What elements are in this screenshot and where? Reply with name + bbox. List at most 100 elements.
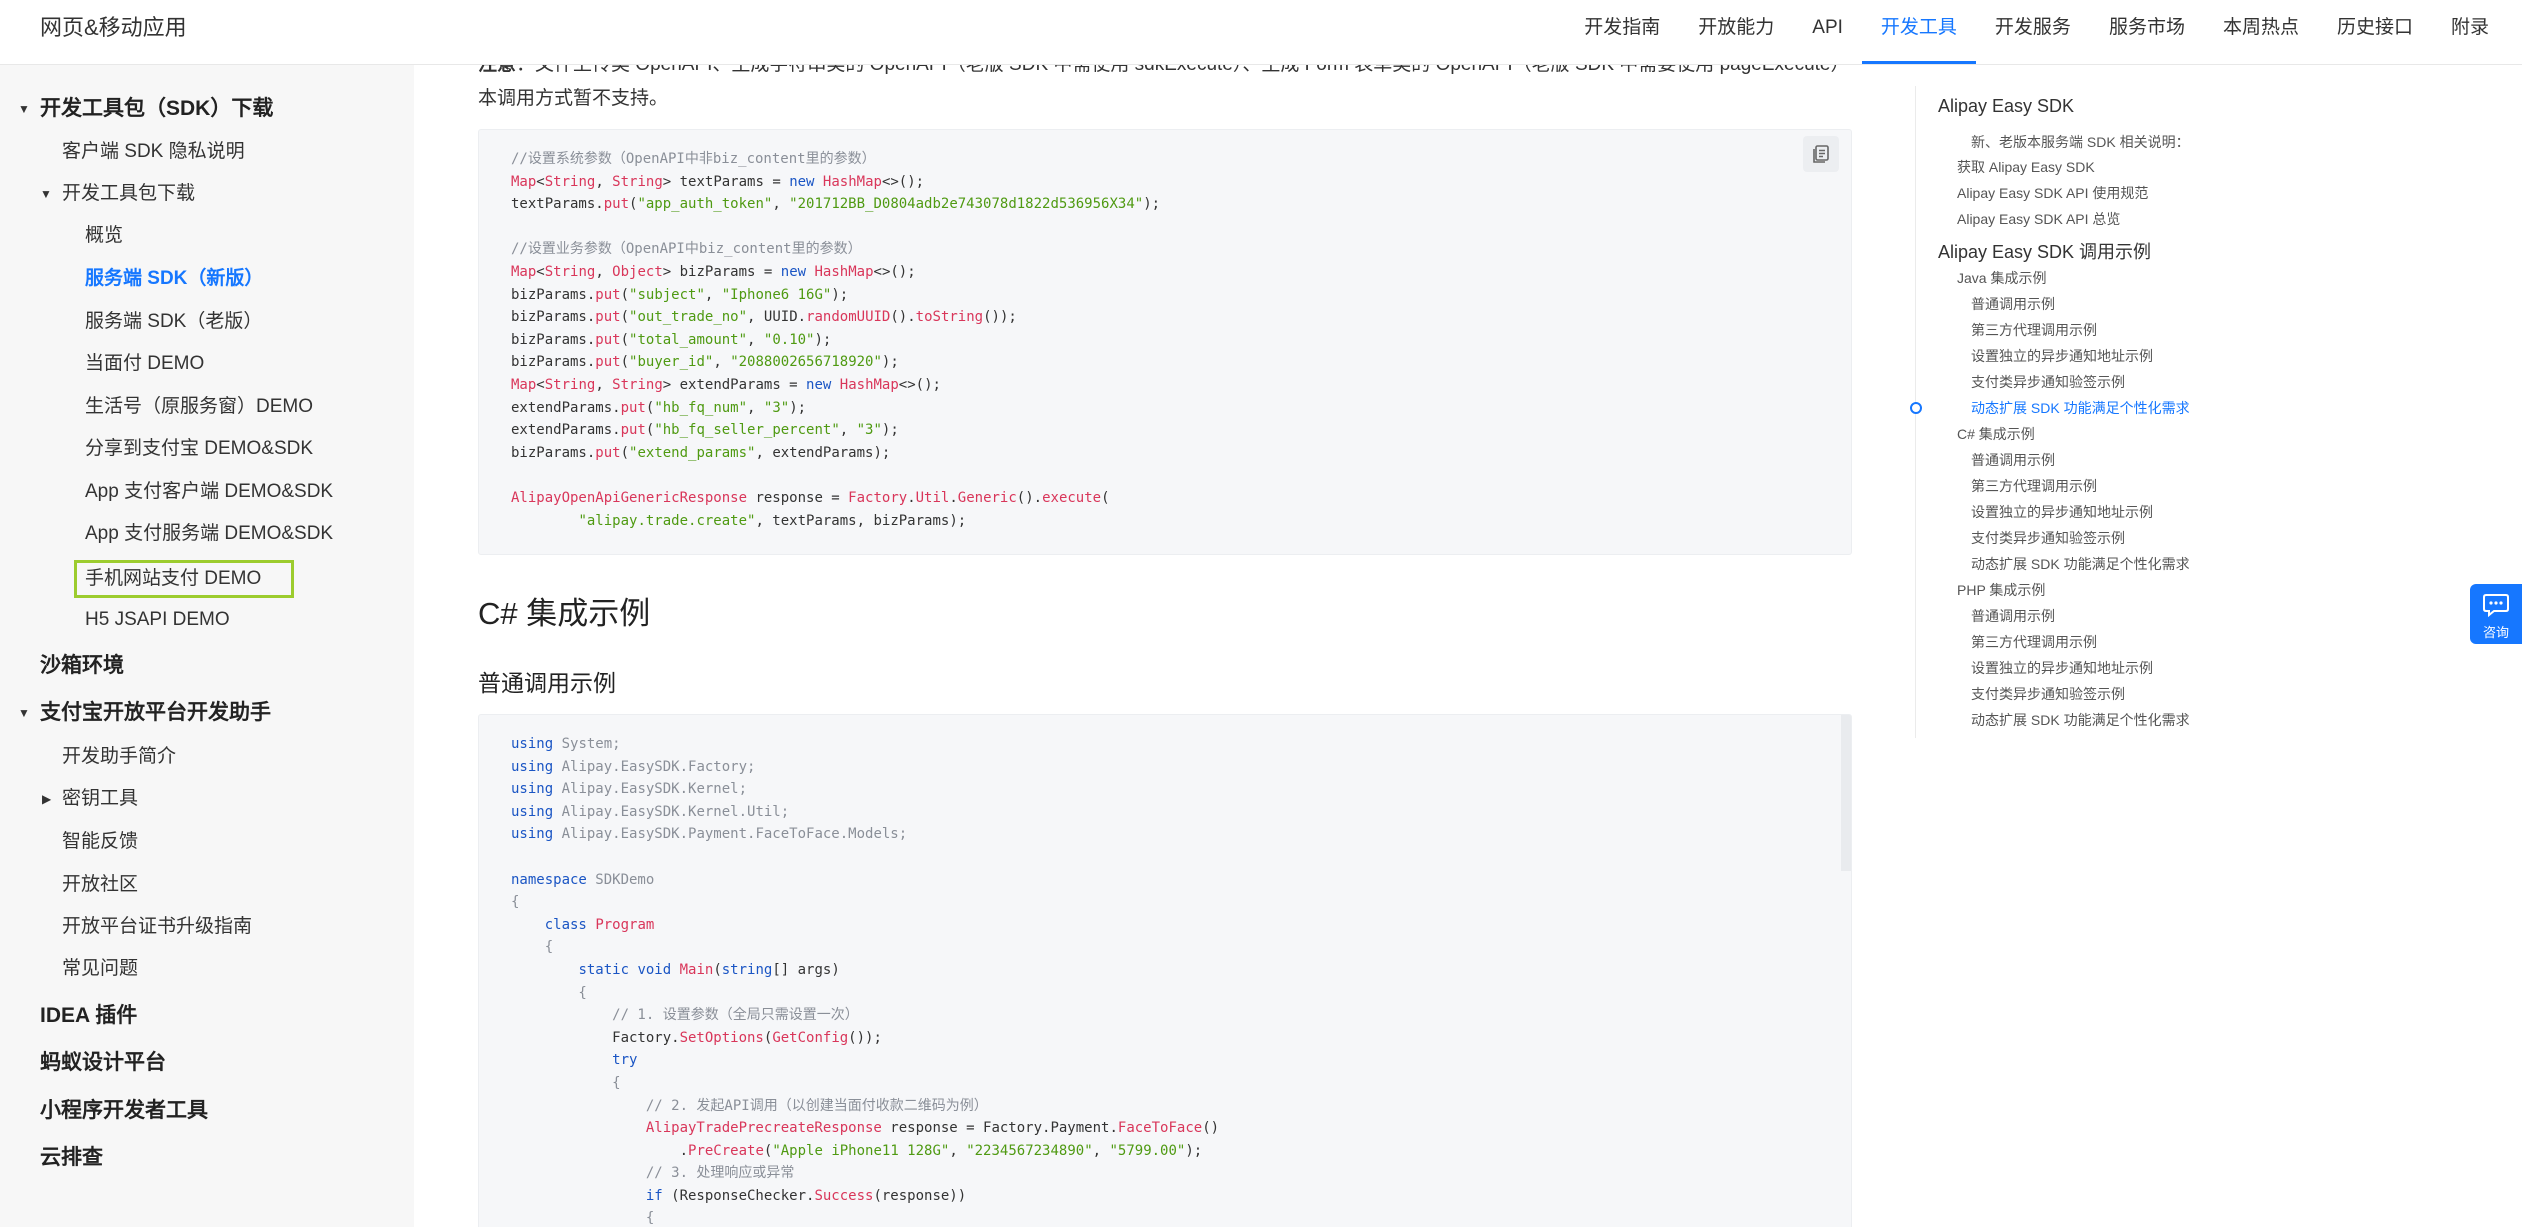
csharp-code-line: // 2. 发起API调用（以创建当面付收款二维码为例）: [511, 1097, 988, 1114]
heading-normal-call: 普通调用示例: [478, 670, 616, 696]
nav-item-capabilities[interactable]: 开放能力: [1679, 0, 1793, 56]
toc-active-indicator: [1910, 402, 1922, 414]
toc-item[interactable]: Alipay Easy SDK API 使用规范: [1957, 183, 2148, 203]
sidebar-item-f2f-demo[interactable]: 当面付 DEMO: [85, 345, 204, 383]
java-code-line: bizParams.put("buyer_id", "2088002656718…: [511, 354, 899, 371]
consult-label: 咨询: [2482, 625, 2509, 640]
toc-item[interactable]: 动态扩展 SDK 功能满足个性化需求: [1971, 710, 2190, 730]
sidebar-item-sdk-package[interactable]: ▼ 开发工具包下载: [40, 175, 195, 213]
csharp-code-line: class Program: [544, 916, 655, 933]
toc-item[interactable]: 设置独立的异步通知地址示例: [1971, 346, 2153, 366]
code-scrollbar[interactable]: [1841, 715, 1851, 871]
toc-item[interactable]: 支付类异步通知验签示例: [1971, 528, 2125, 548]
toc-item[interactable]: 第三方代理调用示例: [1971, 632, 2097, 652]
toc-item[interactable]: Alipay Easy SDK API 总览: [1957, 209, 2120, 229]
note-label: 注意: [478, 64, 517, 75]
nav-item-guide[interactable]: 开发指南: [1565, 0, 1679, 56]
toc-item[interactable]: 支付类异步通知验签示例: [1971, 372, 2125, 392]
csharp-code-line: Factory.SetOptions(GetConfig());: [511, 1029, 882, 1046]
csharp-code-block[interactable]: using System; using Alipay.EasySDK.Factor…: [478, 714, 1852, 1227]
csharp-code-line: using Alipay.EasySDK.Factory;: [511, 758, 756, 775]
sidebar-item-h5-jsapi-demo[interactable]: H5 JSAPI DEMO: [85, 601, 230, 639]
csharp-code-line: try: [511, 1052, 638, 1069]
java-code-line: extendParams.put("hb_fq_seller_percent",…: [511, 422, 899, 439]
toc-item[interactable]: 动态扩展 SDK 功能满足个性化需求: [1971, 398, 2190, 418]
csharp-code-line: // 3. 处理响应或异常: [511, 1165, 795, 1182]
sidebar-item-smart-feedback[interactable]: 智能反馈: [62, 823, 138, 861]
sidebar-item-cloud-troubleshoot[interactable]: 云排查: [40, 1139, 103, 1177]
sidebar-item-app-server-demo[interactable]: App 支付服务端 DEMO&SDK: [85, 515, 333, 553]
csharp-code-line: {: [511, 1074, 621, 1091]
nav-item-weekly-hot[interactable]: 本周热点: [2204, 0, 2318, 56]
sidebar-item-share-demo[interactable]: 分享到支付宝 DEMO&SDK: [85, 430, 313, 468]
table-of-contents: Alipay Easy SDK 新、老版本服务端 SDK 相关说明： 获取 Alip…: [1910, 86, 2336, 738]
nav-item-market[interactable]: 服务市场: [2090, 0, 2204, 56]
csharp-code: using System; using Alipay.EasySDK.Factor…: [479, 715, 1851, 1227]
csharp-code-line: static void Main(string[] args): [578, 961, 840, 978]
csharp-code-line: .PreCreate("Apple iPhone11 128G", "22345…: [511, 1142, 1203, 1159]
csharp-code-line: if (ResponseChecker.Success(response)): [511, 1187, 967, 1204]
nav-item-dev-tools[interactable]: 开发工具: [1861, 0, 1976, 64]
toc-item[interactable]: PHP 集成示例: [1957, 580, 2045, 600]
toc-item[interactable]: 设置独立的异步通知地址示例: [1971, 658, 2153, 678]
sidebar-item-server-sdk-new[interactable]: 服务端 SDK（新版）: [85, 260, 263, 298]
sidebar-item-overview[interactable]: 概览: [85, 217, 123, 255]
nav-item-dev-services[interactable]: 开发服务: [1976, 0, 2090, 56]
nav-item-api[interactable]: API: [1793, 0, 1862, 56]
top-header: 网页&移动应用 开发指南 开放能力 API 开发工具 开发服务 服务市场 本周热…: [0, 0, 2522, 65]
sidebar-item-assistant-intro[interactable]: 开发助手简介: [62, 738, 176, 776]
sidebar-item-community[interactable]: 开放社区: [62, 866, 138, 904]
toc-item[interactable]: Alipay Easy SDK 调用示例: [1938, 238, 2151, 264]
java-code-line: Map<String, String> textParams = new Has…: [511, 173, 925, 190]
toc-item[interactable]: Alipay Easy SDK: [1938, 96, 2074, 117]
toc-item[interactable]: 普通调用示例: [1971, 450, 2055, 470]
toc-item[interactable]: 设置独立的异步通知地址示例: [1971, 502, 2153, 522]
nav-item-appendix[interactable]: 附录: [2432, 0, 2508, 56]
csharp-code-line: {: [511, 894, 520, 911]
sidebar-item-sdk-download[interactable]: ▼ 开发工具包（SDK）下载: [18, 90, 273, 128]
csharp-code-line: using System;: [511, 736, 621, 752]
java-code-line: //设置系统参数（OpenAPI中非biz_content里的参数）: [511, 151, 876, 167]
chevron-down-icon: ▼: [40, 187, 52, 201]
csharp-code-line: AlipayTradePrecreateResponse response = …: [511, 1120, 1220, 1137]
toc-item[interactable]: Java 集成示例: [1957, 268, 2046, 288]
copy-icon: [1813, 145, 1829, 163]
sidebar-item-client-sdk-privacy[interactable]: 客户端 SDK 隐私说明: [62, 133, 245, 171]
sidebar-item-cert-upgrade[interactable]: 开放平台证书升级指南: [62, 908, 252, 946]
java-code-line: extendParams.put("hb_fq_num", "3");: [511, 399, 807, 416]
chevron-down-icon: ▼: [18, 706, 30, 720]
java-code-block[interactable]: //设置系统参数（OpenAPI中非biz_content里的参数） Map<St…: [478, 129, 1852, 555]
sidebar-item-key-tool[interactable]: ▶ 密钥工具: [42, 780, 138, 818]
copy-button[interactable]: [1803, 136, 1839, 172]
sidebar: ▼ 开发工具包（SDK）下载 客户端 SDK 隐私说明 ▼ 开发工具包下载 概览…: [0, 64, 414, 1227]
note-paragraph: 注意：文件上传类 OpenAPI、生成字符串类的 OpenAPI（老版 SDK …: [478, 64, 1868, 116]
sidebar-item-server-sdk-old[interactable]: 服务端 SDK（老版）: [85, 303, 262, 341]
sidebar-item-miniapp-tools[interactable]: 小程序开发者工具: [40, 1092, 208, 1130]
toc-item[interactable]: 普通调用示例: [1971, 294, 2055, 314]
sidebar-item-app-client-demo[interactable]: App 支付客户端 DEMO&SDK: [85, 473, 333, 511]
java-code-line: bizParams.put("total_amount", "0.10");: [511, 331, 832, 348]
toc-item[interactable]: 支付类异步通知验签示例: [1971, 684, 2125, 704]
toc-item[interactable]: 普通调用示例: [1971, 606, 2055, 626]
toc-item[interactable]: 新、老版本服务端 SDK 相关说明：: [1971, 132, 2190, 152]
sidebar-item-idea-plugin[interactable]: IDEA 插件: [40, 997, 137, 1035]
sidebar-item-ant-design[interactable]: 蚂蚁设计平台: [40, 1044, 166, 1082]
java-code-line: AlipayOpenApiGenericResponse response = …: [511, 489, 1110, 506]
toc-item[interactable]: 动态扩展 SDK 功能满足个性化需求: [1971, 554, 2190, 574]
toc-item[interactable]: 第三方代理调用示例: [1971, 320, 2097, 340]
sidebar-item-faq[interactable]: 常见问题: [62, 950, 138, 988]
sidebar-item-sandbox[interactable]: 沙箱环境: [40, 647, 124, 685]
consult-button[interactable]: 咨询: [2470, 584, 2522, 644]
sidebar-item-life-demo[interactable]: 生活号（原服务窗）DEMO: [85, 388, 313, 426]
brand-title[interactable]: 网页&移动应用: [40, 0, 187, 56]
csharp-code-line: [511, 846, 1819, 869]
toc-item[interactable]: 第三方代理调用示例: [1971, 476, 2097, 496]
chat-bubble-icon: [2483, 594, 2509, 618]
nav-item-history-api[interactable]: 历史接口: [2318, 0, 2432, 56]
toc-item[interactable]: C# 集成示例: [1957, 424, 2035, 444]
sidebar-item-dev-assistant[interactable]: ▼ 支付宝开放平台开发助手: [18, 694, 271, 732]
main-content: 注意：文件上传类 OpenAPI、生成字符串类的 OpenAPI（老版 SDK …: [414, 64, 1904, 1227]
sidebar-item-wap-pay-demo[interactable]: 手机网站支付 DEMO: [74, 560, 294, 598]
toc-item[interactable]: 获取 Alipay Easy SDK: [1957, 157, 2095, 177]
java-code-line: [511, 216, 1819, 239]
